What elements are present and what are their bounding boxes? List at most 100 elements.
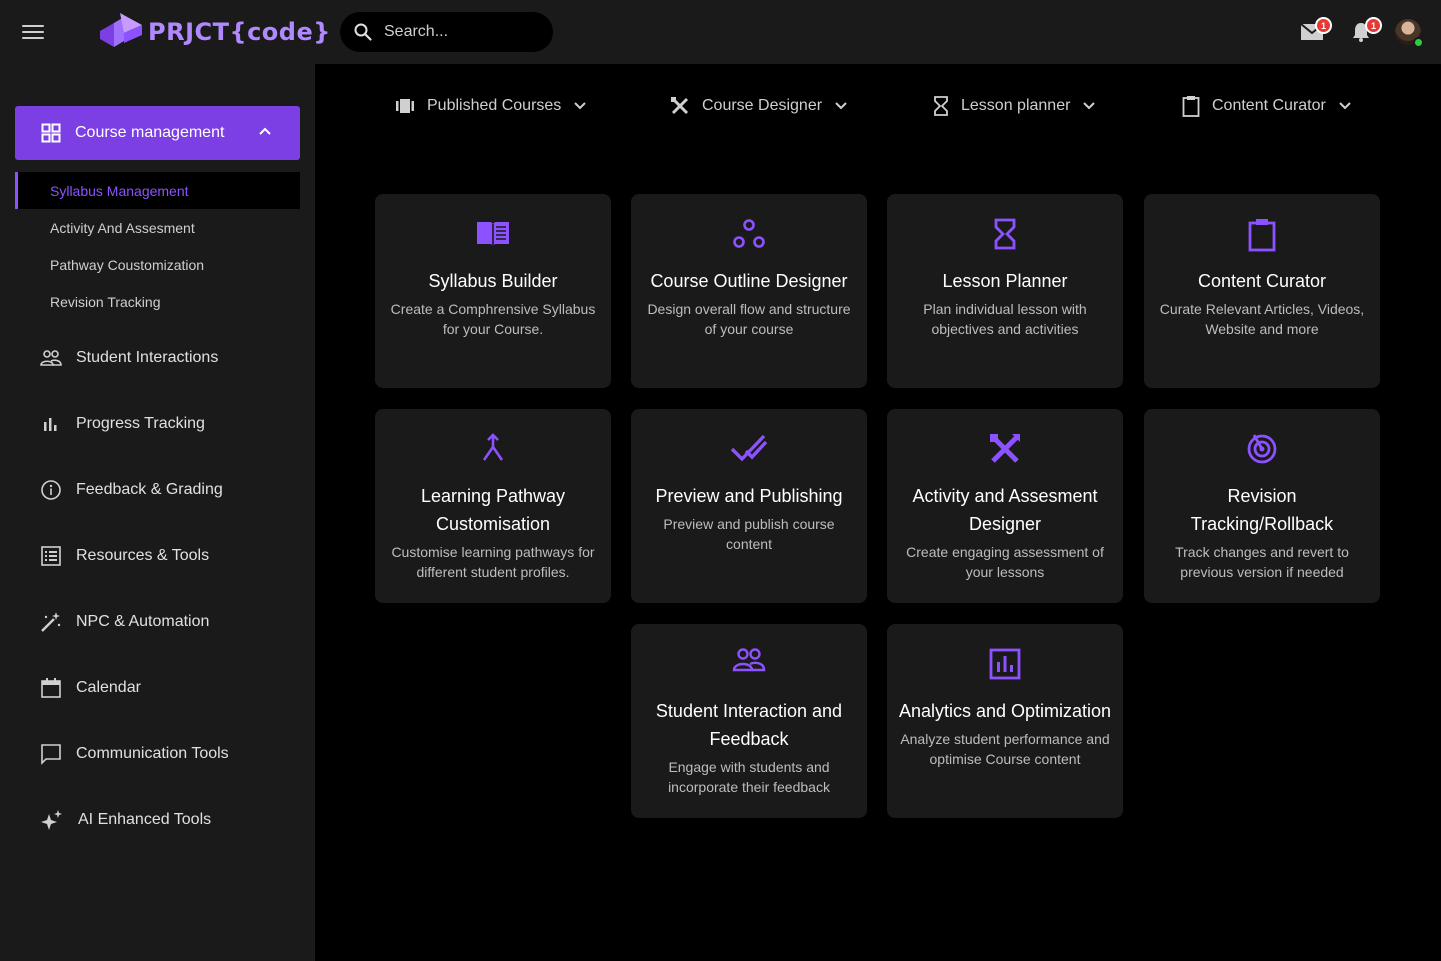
brand-logo[interactable]: PRJCT{code} [98,11,331,53]
logo-mark-icon [100,13,142,47]
magic-wand-icon [41,612,61,632]
sidebar-item-label: NPC & Automation [76,613,210,630]
chevron-down-icon [835,102,847,110]
clipboard-icon [1182,96,1200,117]
tab-lesson-planner[interactable]: Lesson planner [933,92,1096,120]
subnav-syllabus-management[interactable]: Syllabus Management [15,172,300,209]
chevron-down-icon [574,102,587,110]
card-title: Syllabus Builder [428,271,558,291]
user-avatar[interactable] [1395,19,1424,48]
subnav-pathway-customization[interactable]: Pathway Coustomization [15,246,300,283]
grid-icon [41,123,61,143]
card-title: Content Curator [1197,271,1327,291]
tab-label: Published Courses [427,97,562,114]
sidebar-item-calendar[interactable]: Calendar [40,668,300,708]
hourglass-icon [934,96,948,116]
card-lesson-planner[interactable]: Lesson Planner Plan individual lesson wit… [887,194,1123,388]
bar-chart-icon [44,418,57,431]
design-tools-icon [671,97,689,115]
card-student-interaction-feedback[interactable]: Student Interaction and Feedback Engage w… [631,624,867,818]
hamburger-menu-icon[interactable] [22,22,44,42]
top-bar: PRJCT{code} 1 1 [0,0,1441,64]
mail-button[interactable]: 1 [1300,17,1332,44]
card-description: Create a Comphrensive Syllabus for your … [390,301,596,337]
card-course-outline-designer[interactable]: Course Outline Designer Design overall fl… [631,194,867,388]
sidebar-item-progress-tracking[interactable]: Progress Tracking [40,404,300,444]
chat-icon [41,744,61,765]
card-activity-assesment-designer[interactable]: Activity and Assesment Designer Create en… [887,409,1123,603]
sidebar-item-course-management[interactable]: Course management [15,106,300,160]
card-description: Design overall flow and structure of you… [647,301,851,337]
mail-badge: 1 [1315,17,1332,34]
card-analytics-optimization[interactable]: Analytics and Optimization Analyze studen… [887,624,1123,818]
online-status-dot [1413,37,1424,48]
calendar-icon [41,678,61,698]
card-title: Activity and Assesment Designer [912,486,1098,534]
sidebar-item-label: Course management [75,124,225,141]
book-icon [477,222,509,246]
sidebar-item-feedback-grading[interactable]: Feedback & Grading [40,470,300,510]
tab-label: Content Curator [1212,97,1326,114]
card-title: Learning Pathway Customisation [420,486,566,534]
card-title: Preview and Publishing [655,486,843,506]
analytics-icon [989,648,1021,680]
slides-icon [396,99,414,113]
people-icon [732,648,766,672]
notifications-button[interactable]: 1 [1350,17,1382,44]
sparkle-icon [41,810,62,830]
target-icon [1247,434,1277,464]
card-content-curator[interactable]: Content Curator Curate Relevant Articles,… [1144,194,1380,388]
card-revision-tracking-rollback[interactable]: Revision Tracking/Rollback Track changes … [1144,409,1380,603]
card-description: Curate Relevant Articles, Videos, Websit… [1159,301,1365,337]
card-description: Preview and publish course content [663,516,835,552]
sidebar-item-npc-automation[interactable]: NPC & Automation [40,602,300,642]
sidebar-item-resources-tools[interactable]: Resources & Tools [40,536,300,576]
sidebar-item-ai-enhanced-tools[interactable]: AI Enhanced Tools [40,800,300,840]
chevron-down-icon [1339,102,1351,110]
hourglass-icon [994,218,1016,250]
main-content: Published Courses Course Designer Lesson… [315,64,1441,961]
card-title: Lesson Planner [942,271,1068,291]
subnav-activity-assesment[interactable]: Activity And Assesment [15,209,300,246]
clipboard-icon [1248,219,1276,252]
chevron-up-icon[interactable] [258,126,272,136]
card-description: Customise learning pathways for differen… [391,544,595,580]
card-title: Revision Tracking/Rollback [1190,486,1334,534]
sidebar-item-student-interactions[interactable]: Student Interactions [40,338,300,378]
card-description: Track changes and revert to previous ver… [1175,544,1349,580]
card-description: Plan individual lesson with objectives a… [923,301,1087,337]
tab-label: Course Designer [702,97,823,114]
sidebar-item-label: Student Interactions [76,349,219,366]
info-icon [41,480,61,500]
search-input[interactable] [384,23,534,41]
merge-icon [482,433,504,461]
card-syllabus-builder[interactable]: Syllabus Builder Create a Comphrensive Sy… [375,194,611,388]
chevron-down-icon [1083,102,1096,110]
card-description: Engage with students and incorporate the… [668,759,830,795]
card-description: Analyze student performance and optimise… [900,731,1110,767]
double-check-icon [730,434,768,462]
card-description: Create engaging assessment of your lesso… [906,544,1104,580]
sidebar-item-communication-tools[interactable]: Communication Tools [40,734,300,774]
list-icon [41,546,61,566]
sidebar-item-label: Resources & Tools [76,547,210,564]
sidebar: Course management Syllabus Management Ac… [0,64,315,961]
card-title: Course Outline Designer [650,271,848,291]
tab-content-curator[interactable]: Content Curator [1182,92,1352,120]
card-preview-publishing[interactable]: Preview and Publishing Preview and publis… [631,409,867,603]
search-bar[interactable] [340,12,553,52]
subnav-revision-tracking[interactable]: Revision Tracking [15,283,300,320]
tab-label: Lesson planner [961,97,1071,114]
search-icon [354,23,372,41]
people-icon [40,350,62,366]
card-title: Student Interaction and Feedback [655,701,843,749]
tab-course-designer[interactable]: Course Designer [670,92,848,120]
tab-published-courses[interactable]: Published Courses [395,92,587,120]
sidebar-item-label: Calendar [76,679,141,696]
sidebar-item-label: Progress Tracking [76,415,205,432]
design-tools-icon [990,434,1020,463]
workflow-icon [733,219,765,248]
bell-badge: 1 [1365,17,1382,34]
card-learning-pathway-customisation[interactable]: Learning Pathway Customisation Customise … [375,409,611,603]
sidebar-item-label: AI Enhanced Tools [78,811,212,828]
